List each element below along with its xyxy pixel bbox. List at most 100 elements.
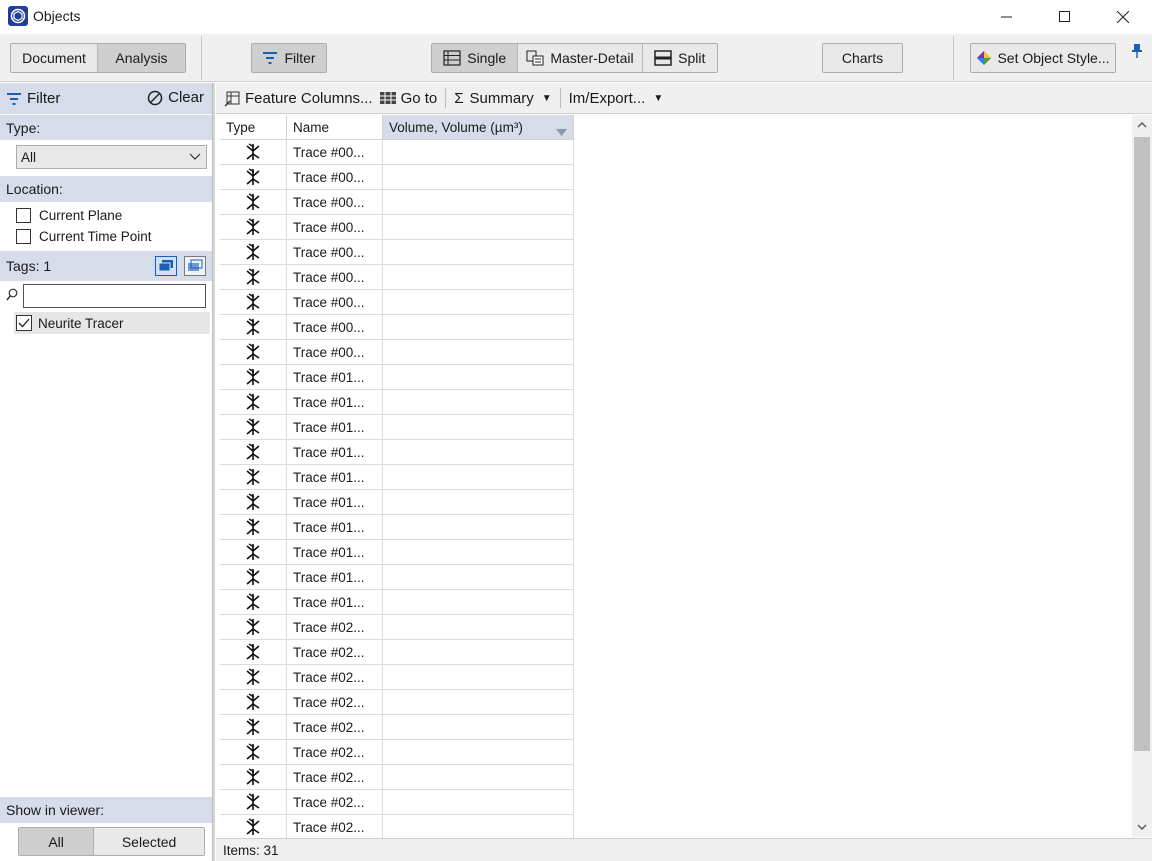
chevron-down-icon (189, 150, 201, 165)
show-selected-button[interactable]: Selected (94, 828, 204, 855)
search-icon (6, 288, 18, 305)
document-tab[interactable]: Document (11, 44, 98, 72)
show-all-button[interactable]: All (19, 828, 95, 855)
row-type-cell (220, 290, 287, 315)
table-row[interactable]: Trace #02... (220, 765, 574, 790)
row-volume-cell (383, 365, 574, 390)
goto-button[interactable]: Go to (379, 90, 437, 107)
layers-outline-icon (188, 259, 203, 271)
tag-item-neurite-tracer[interactable]: Neurite Tracer (14, 312, 210, 334)
imexport-button[interactable]: Im/Export... ▼ (569, 90, 664, 107)
column-header-name[interactable]: Name (287, 115, 383, 140)
single-view-button[interactable]: Single (432, 44, 519, 72)
row-type-cell (220, 540, 287, 565)
table-row[interactable]: Trace #01... (220, 465, 574, 490)
row-name-cell: Trace #01... (287, 490, 383, 515)
row-type-cell (220, 740, 287, 765)
master-detail-view-button[interactable]: Master-Detail (518, 44, 643, 72)
main-toolbar: Document Analysis Filter Single Master-D… (0, 34, 1152, 82)
location-section-header: Location: (0, 176, 212, 202)
row-volume-cell (383, 265, 574, 290)
table-row[interactable]: Trace #02... (220, 815, 574, 840)
show-in-viewer-switch: All Selected (18, 827, 205, 856)
feature-columns-label: Feature Columns... (245, 89, 373, 107)
table-row[interactable]: Trace #02... (220, 665, 574, 690)
table-row[interactable]: Trace #00... (220, 315, 574, 340)
neurite-trace-icon (245, 643, 261, 661)
neurite-trace-icon (245, 768, 261, 786)
close-button[interactable] (1094, 0, 1152, 34)
type-select[interactable]: All (16, 145, 207, 169)
table-row[interactable]: Trace #00... (220, 190, 574, 215)
row-volume-cell (383, 390, 574, 415)
row-type-cell (220, 765, 287, 790)
table-row[interactable]: Trace #00... (220, 165, 574, 190)
table-row[interactable]: Trace #01... (220, 540, 574, 565)
current-time-point-label: Current Time Point (39, 229, 152, 244)
table-row[interactable]: Trace #01... (220, 490, 574, 515)
table-row[interactable]: Trace #02... (220, 690, 574, 715)
table-row[interactable]: Trace #02... (220, 715, 574, 740)
scroll-up-icon[interactable] (1132, 115, 1152, 135)
feature-columns-button[interactable]: Feature Columns... (224, 89, 373, 107)
row-name-cell: Trace #01... (287, 465, 383, 490)
feature-columns-icon (224, 89, 242, 107)
split-view-button[interactable]: Split (642, 44, 717, 72)
clear-filter-button[interactable]: Clear (147, 89, 204, 106)
row-name-cell: Trace #01... (287, 565, 383, 590)
neurite-trace-icon (245, 418, 261, 436)
table-row[interactable]: Trace #02... (220, 790, 574, 815)
current-time-point-checkbox[interactable]: Current Time Point (16, 229, 152, 244)
column-header-type[interactable]: Type (220, 115, 287, 140)
table-row[interactable]: Trace #02... (220, 640, 574, 665)
minimize-button[interactable] (978, 0, 1036, 34)
table-row[interactable]: Trace #01... (220, 390, 574, 415)
table-row[interactable]: Trace #01... (220, 365, 574, 390)
pin-icon[interactable] (1130, 43, 1144, 62)
table-row[interactable]: Trace #02... (220, 615, 574, 640)
tags-section-header: Tags: 1 (0, 251, 212, 281)
imexport-label: Im/Export... (568, 89, 646, 107)
row-name-cell: Trace #00... (287, 140, 383, 165)
table-row[interactable]: Trace #00... (220, 240, 574, 265)
type-select-value: All (21, 149, 37, 165)
scroll-down-icon[interactable] (1132, 817, 1152, 837)
table-row[interactable]: Trace #00... (220, 340, 574, 365)
vertical-scrollbar[interactable] (1132, 115, 1152, 837)
panel-splitter[interactable] (212, 83, 215, 861)
neurite-trace-icon (245, 518, 261, 536)
tag-search-input[interactable] (23, 284, 206, 308)
table-row[interactable]: Trace #00... (220, 265, 574, 290)
column-header-volume[interactable]: Volume, Volume (µm³) (383, 115, 574, 140)
list-view-icon (443, 50, 461, 66)
set-object-style-button[interactable]: Set Object Style... (970, 43, 1116, 73)
checkmark-icon (18, 318, 30, 328)
goto-icon (379, 90, 397, 106)
table-row[interactable]: Trace #00... (220, 215, 574, 240)
row-name-cell: Trace #01... (287, 390, 383, 415)
table-row[interactable]: Trace #01... (220, 415, 574, 440)
table-row[interactable]: Trace #01... (220, 590, 574, 615)
neurite-trace-icon (245, 443, 261, 461)
current-plane-checkbox[interactable]: Current Plane (16, 208, 122, 223)
maximize-button[interactable] (1036, 0, 1094, 34)
table-row[interactable]: Trace #02... (220, 740, 574, 765)
analysis-tab[interactable]: Analysis (98, 44, 185, 72)
scrollbar-thumb[interactable] (1134, 137, 1150, 751)
table-row[interactable]: Trace #00... (220, 290, 574, 315)
table-row[interactable]: Trace #01... (220, 515, 574, 540)
row-name-cell: Trace #01... (287, 515, 383, 540)
charts-button[interactable]: Charts (822, 43, 903, 73)
table-row[interactable]: Trace #00... (220, 140, 574, 165)
sort-arrow-icon (556, 124, 567, 139)
table-row[interactable]: Trace #01... (220, 565, 574, 590)
checkbox-box (16, 208, 31, 223)
table-row[interactable]: Trace #01... (220, 440, 574, 465)
row-name-cell: Trace #02... (287, 765, 383, 790)
summary-button[interactable]: Σ Summary ▼ (454, 90, 551, 107)
row-type-cell (220, 715, 287, 740)
tag-match-any-button[interactable] (184, 256, 206, 276)
neurite-trace-icon (245, 343, 261, 361)
filter-toggle-button[interactable]: Filter (251, 43, 327, 73)
tag-match-all-button[interactable] (155, 256, 177, 276)
